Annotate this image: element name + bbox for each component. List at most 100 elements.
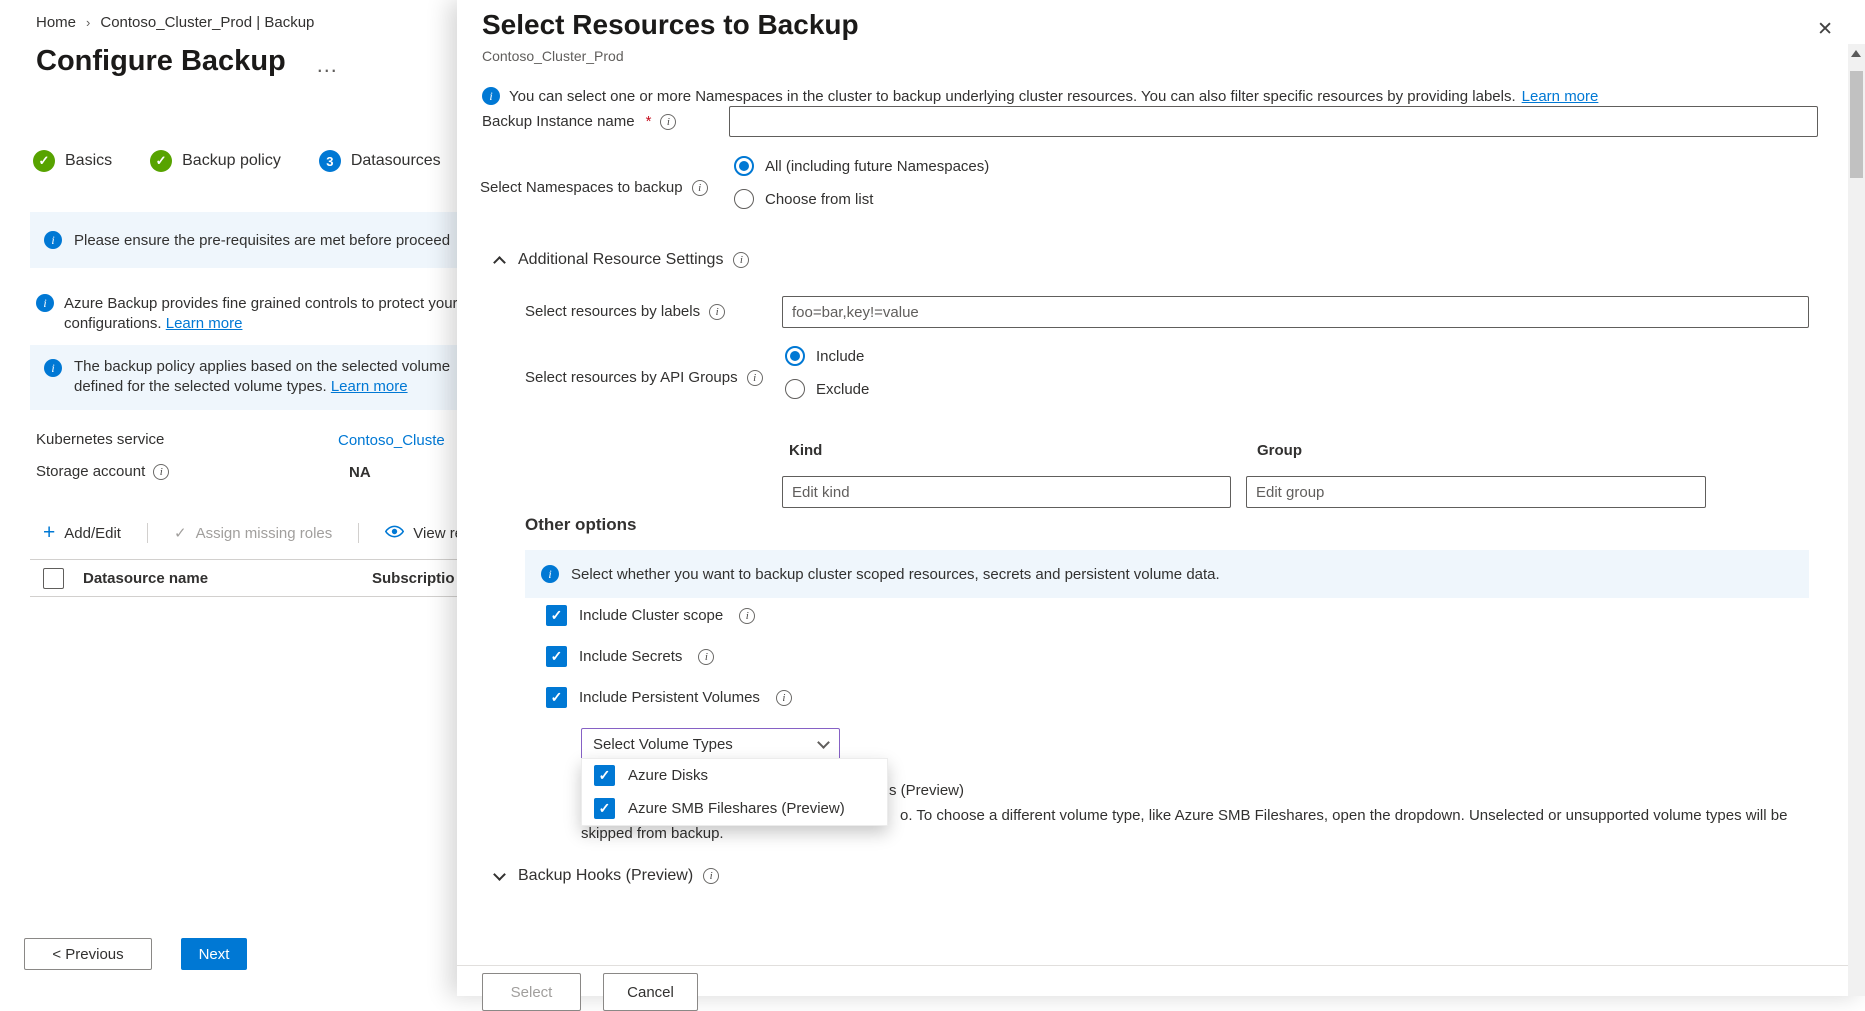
info-icon[interactable]: i <box>739 608 755 624</box>
datasource-toolbar: + Add/Edit ✓ Assign missing roles View r… <box>43 521 463 545</box>
edit-kind-input[interactable] <box>782 476 1231 508</box>
info-icon[interactable]: i <box>776 690 792 706</box>
volume-option-azure-disks-label: Azure Disks <box>628 767 708 784</box>
radio-selected-icon[interactable] <box>734 156 754 176</box>
covered-text-fragment: skipped from backup. <box>581 825 724 842</box>
info-icon[interactable]: i <box>709 304 725 320</box>
info-icon: i <box>36 294 54 312</box>
volume-option-azure-disks[interactable]: ✓ Azure Disks <box>582 759 887 792</box>
checkbox-checked-icon[interactable]: ✓ <box>546 687 567 708</box>
tab-basics[interactable]: ✓ Basics <box>33 150 112 172</box>
radio-selected-icon[interactable] <box>785 346 805 366</box>
include-secrets-label: Include Secrets <box>579 648 682 665</box>
breadcrumb-current[interactable]: Contoso_Cluster_Prod | Backup <box>100 14 314 31</box>
covered-text-fragment: s (Preview) <box>889 782 964 799</box>
tab-datasources[interactable]: 3 Datasources <box>319 150 441 172</box>
api-groups-include-option[interactable]: Include <box>785 346 864 366</box>
select-resources-panel: Select Resources to Backup Contoso_Clust… <box>457 0 1865 996</box>
volume-option-azure-smb[interactable]: ✓ Azure SMB Fileshares (Preview) <box>582 792 887 825</box>
info-icon[interactable]: i <box>747 370 763 386</box>
radio-unselected-icon[interactable] <box>734 189 754 209</box>
select-all-checkbox[interactable] <box>43 568 64 589</box>
namespace-option-choose[interactable]: Choose from list <box>734 189 873 209</box>
info-icon: i <box>482 87 500 105</box>
edit-group-input[interactable] <box>1246 476 1706 508</box>
more-menu-icon[interactable]: … <box>316 52 340 78</box>
panel-info-row: i You can select one or more Namespaces … <box>482 87 1598 105</box>
learn-more-link[interactable]: Learn more <box>1522 88 1599 105</box>
select-resources-by-api-groups-label: Select resources by API Groups <box>525 369 738 386</box>
check-icon: ✓ <box>33 150 55 172</box>
storage-account-value: NA <box>349 464 371 481</box>
scroll-up-icon[interactable] <box>1851 50 1861 57</box>
additional-resource-settings-toggle[interactable]: Additional Resource Settings i <box>495 251 749 269</box>
storage-account-label: Storage account <box>36 463 145 480</box>
info-icon: i <box>44 359 62 377</box>
labels-input[interactable] <box>782 296 1809 328</box>
backup-policy-banner-line2: defined for the selected volume types. <box>74 378 327 395</box>
close-icon[interactable]: ✕ <box>1817 18 1833 41</box>
volume-types-popup: ✓ Azure Disks ✓ Azure SMB Fileshares (Pr… <box>581 758 888 826</box>
next-button[interactable]: Next <box>181 938 247 970</box>
learn-more-link[interactable]: Learn more <box>331 378 408 395</box>
volume-types-dropdown-value: Select Volume Types <box>593 736 733 753</box>
assign-missing-roles-button[interactable]: ✓ Assign missing roles <box>174 524 332 542</box>
fine-grained-info-line1: Azure Backup provides fine grained contr… <box>64 294 458 314</box>
page-title: Configure Backup <box>36 45 286 78</box>
learn-more-link[interactable]: Learn more <box>166 315 243 332</box>
checkbox-checked-icon[interactable]: ✓ <box>546 646 567 667</box>
cancel-button[interactable]: Cancel <box>603 973 698 1011</box>
previous-button[interactable]: < Previous <box>24 938 152 970</box>
check-icon: ✓ <box>174 524 187 542</box>
breadcrumb: Home › Contoso_Cluster_Prod | Backup <box>36 14 314 31</box>
kind-column-header: Kind <box>789 442 822 459</box>
backup-hooks-label: Backup Hooks (Preview) <box>518 867 693 885</box>
info-icon[interactable]: i <box>692 180 708 196</box>
toolbar-divider <box>147 523 148 543</box>
info-icon[interactable]: i <box>703 868 719 884</box>
checkbox-checked-icon[interactable]: ✓ <box>594 798 615 819</box>
assign-missing-roles-label: Assign missing roles <box>196 525 333 542</box>
panel-scrollbar[interactable] <box>1848 44 1865 996</box>
checkbox-checked-icon[interactable]: ✓ <box>594 765 615 786</box>
volume-types-dropdown[interactable]: Select Volume Types <box>581 728 840 760</box>
column-subscription: Subscriptio <box>372 570 455 587</box>
api-groups-exclude-option[interactable]: Exclude <box>785 379 869 399</box>
panel-subtitle: Contoso_Cluster_Prod <box>482 48 624 64</box>
select-resources-by-labels-label: Select resources by labels <box>525 303 700 320</box>
include-cluster-scope-row[interactable]: ✓ Include Cluster scope i <box>546 605 755 626</box>
fine-grained-info: i Azure Backup provides fine grained con… <box>36 294 460 333</box>
other-options-banner: i Select whether you want to backup clus… <box>525 550 1809 598</box>
include-secrets-row[interactable]: ✓ Include Secrets i <box>546 646 714 667</box>
namespace-option-all-label: All (including future Namespaces) <box>765 158 989 175</box>
tab-backup-policy[interactable]: ✓ Backup policy <box>150 150 281 172</box>
select-namespaces-label: Select Namespaces to backup <box>480 179 683 196</box>
backup-hooks-toggle[interactable]: Backup Hooks (Preview) i <box>495 867 719 885</box>
info-icon[interactable]: i <box>733 252 749 268</box>
add-edit-button[interactable]: + Add/Edit <box>43 524 121 542</box>
namespace-option-all[interactable]: All (including future Namespaces) <box>734 156 989 176</box>
radio-unselected-icon[interactable] <box>785 379 805 399</box>
info-icon[interactable]: i <box>660 114 676 130</box>
other-options-banner-text: Select whether you want to backup cluste… <box>571 566 1220 583</box>
view-resources-label: View re <box>413 525 463 542</box>
kubernetes-service-label: Kubernetes service <box>36 431 164 448</box>
wizard-tabs: ✓ Basics ✓ Backup policy 3 Datasources <box>33 150 441 172</box>
select-button[interactable]: Select <box>482 973 581 1011</box>
kubernetes-service-value[interactable]: Contoso_Cluste <box>338 432 445 449</box>
panel-info-text: You can select one or more Namespaces in… <box>509 88 1516 105</box>
include-persistent-volumes-row[interactable]: ✓ Include Persistent Volumes i <box>546 687 792 708</box>
api-groups-include-label: Include <box>816 348 864 365</box>
breadcrumb-home[interactable]: Home <box>36 14 76 31</box>
chevron-down-icon <box>493 868 506 881</box>
api-groups-exclude-label: Exclude <box>816 381 869 398</box>
info-icon[interactable]: i <box>698 649 714 665</box>
view-resources-button[interactable]: View re <box>385 525 463 542</box>
info-icon: i <box>541 565 559 583</box>
chevron-up-icon <box>493 256 506 269</box>
eye-icon <box>385 525 404 542</box>
scrollbar-thumb[interactable] <box>1850 71 1863 178</box>
backup-instance-name-input[interactable] <box>729 106 1818 137</box>
info-icon[interactable]: i <box>153 464 169 480</box>
checkbox-checked-icon[interactable]: ✓ <box>546 605 567 626</box>
